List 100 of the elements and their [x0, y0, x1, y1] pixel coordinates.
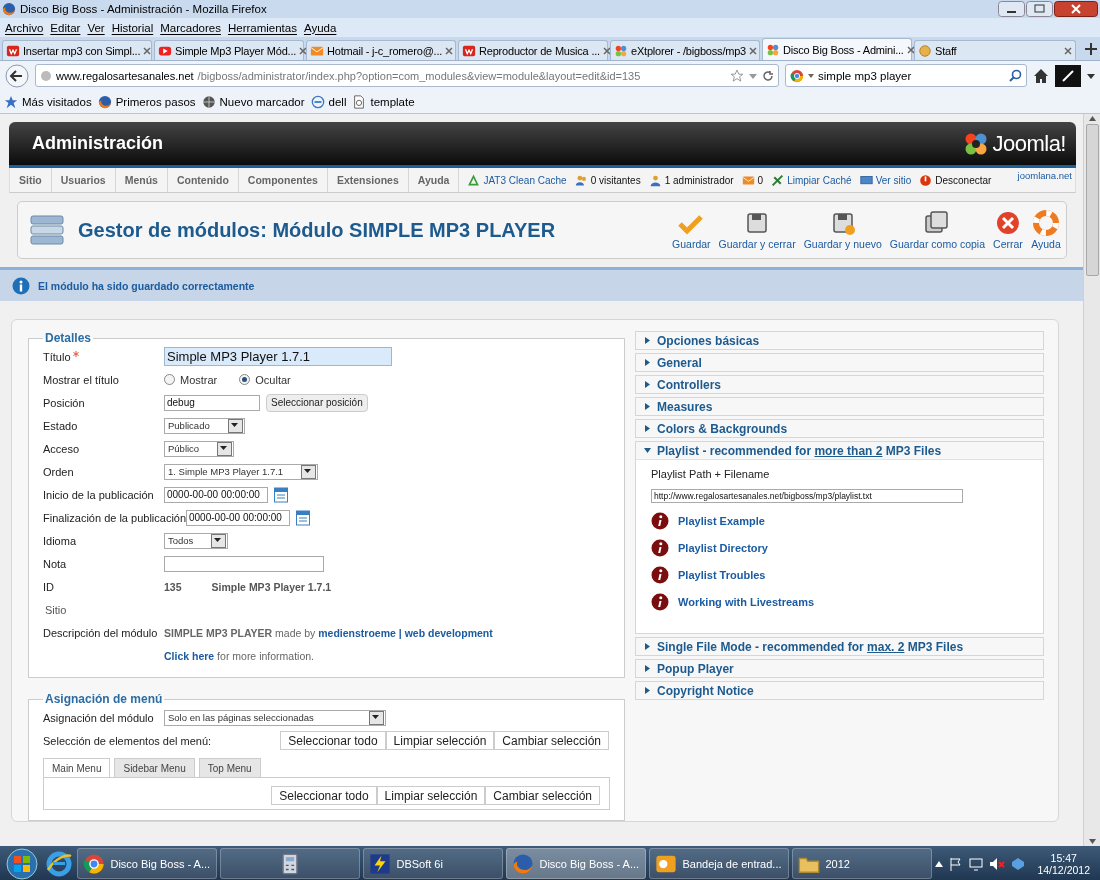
date-field[interactable]: 0000-00-00 00:00:00 [186, 509, 290, 526]
home-icon[interactable] [1033, 67, 1049, 84]
taskbar-button[interactable]: DBSoft 6i [363, 848, 504, 879]
taskbar-button[interactable]: Disco Big Boss - A... [506, 848, 647, 879]
close-icon[interactable] [602, 46, 611, 55]
up-arrow-icon[interactable] [1088, 116, 1096, 121]
dropdown-button[interactable] [211, 533, 227, 548]
bookmark-link[interactable]: Más visitados [22, 95, 92, 108]
date-field[interactable]: 0000-00-00 00:00:00 [164, 486, 268, 503]
browser-tab[interactable]: Disco Big Boss - Admini... [762, 38, 912, 60]
accordion-header[interactable]: Colors & Backgrounds [636, 420, 1043, 437]
status-link[interactable]: Limpiar Caché [787, 174, 852, 186]
site-link[interactable]: joomlana.net [1017, 170, 1072, 181]
nav-menu-item[interactable]: Ayuda [408, 168, 460, 192]
close-icon[interactable] [299, 46, 308, 55]
help-link[interactable]: Playlist Example [678, 515, 765, 527]
accordion-header[interactable]: Playlist - recommended for more than 2 MP3 Files [636, 442, 1043, 460]
star-icon[interactable] [730, 68, 744, 83]
bookmark-link[interactable]: template [370, 95, 415, 108]
selection-button[interactable]: Seleccionar todo [271, 786, 377, 805]
dropdown-button[interactable] [369, 710, 384, 725]
close-icon[interactable] [749, 46, 758, 55]
close-icon[interactable] [445, 46, 454, 55]
mute-icon[interactable] [989, 856, 1006, 871]
down-arrow-icon[interactable] [1088, 839, 1096, 844]
taskbar-button[interactable] [220, 848, 361, 879]
dropdown-button[interactable] [227, 418, 243, 433]
caret-icon[interactable] [935, 860, 944, 867]
reload-icon[interactable] [762, 69, 774, 82]
nav-menu-item[interactable]: Menús [115, 168, 168, 192]
nav-menu-item[interactable]: Contenido [167, 168, 239, 192]
status-link[interactable]: JAT3 Clean Cache [483, 174, 567, 186]
menu-item[interactable]: Marcadores [158, 21, 226, 34]
browser-tab[interactable]: Reproductor de Musica ... [458, 40, 608, 60]
address-field[interactable]: www.regalosartesanales.net /bigboss/administrator/index.php?option=com_modules&view=module&layout=edit&id=135 [35, 64, 779, 87]
menu-item[interactable]: Ayuda [301, 21, 342, 34]
close-icon[interactable] [906, 45, 915, 54]
close-icon[interactable] [1064, 46, 1072, 55]
author-link[interactable]: medienstroeme | web development [318, 626, 493, 639]
radio-button[interactable] [164, 374, 175, 385]
taskbar-button[interactable]: Disco Big Boss - A... [77, 848, 218, 879]
pen-icon[interactable] [1055, 64, 1081, 87]
calendar-icon[interactable] [274, 486, 288, 503]
search-field[interactable]: simple mp3 player [785, 64, 1027, 87]
menu-item[interactable]: Archivo [3, 21, 49, 34]
taskbar-button[interactable]: 2012 [792, 848, 933, 879]
click-here-link[interactable]: Click here [164, 649, 215, 662]
toolbar-button[interactable]: Guardar y nuevo [802, 206, 883, 254]
browser-tab[interactable]: eXtplorer - /bigboss/mp3 [610, 40, 760, 60]
nav-menu-item[interactable]: Componentes [238, 168, 328, 192]
accordion-header[interactable]: Opciones básicas [636, 332, 1043, 349]
caret-icon[interactable] [1087, 71, 1095, 80]
close-icon[interactable] [143, 46, 152, 55]
minimize-icon[interactable] [998, 1, 1025, 17]
radio-button[interactable] [239, 374, 251, 385]
accordion-header[interactable]: Controllers [636, 376, 1043, 393]
menu-item[interactable]: Ver [85, 21, 110, 34]
status-link[interactable]: Ver sitio [875, 174, 912, 186]
scrollbar-thumb[interactable] [1085, 124, 1099, 276]
selection-button[interactable]: Cambiar selección [494, 731, 610, 750]
bookmark-link[interactable]: dell [328, 95, 347, 108]
calendar-icon[interactable] [296, 509, 310, 526]
selection-button[interactable]: Cambiar selección [485, 786, 601, 805]
flag-icon[interactable] [949, 856, 964, 871]
selection-button[interactable]: Seleccionar todo [280, 731, 386, 750]
browser-tab[interactable]: Staff [914, 40, 1076, 60]
text-field[interactable]: http://www.regalosartesanales.net/bigboss/mp3/playlist.txt [651, 489, 964, 503]
select-position-button[interactable]: Seleccionar posición [266, 393, 368, 412]
select-field[interactable]: Solo en las páginas seleccionadas [164, 709, 386, 726]
menu-item[interactable]: Editar [48, 21, 86, 34]
nav-menu-item[interactable]: Usuarios [51, 168, 116, 192]
browser-icon[interactable] [44, 849, 73, 878]
nav-menu-item[interactable]: Sitio [10, 168, 52, 192]
box-icon[interactable] [1011, 856, 1026, 871]
network-icon[interactable] [969, 856, 984, 871]
select-field[interactable]: Publicado [164, 417, 245, 434]
toolbar-button[interactable]: Cerrar [992, 206, 1024, 254]
help-link[interactable]: Playlist Directory [678, 542, 768, 554]
accordion-header[interactable]: Popup Player [636, 660, 1043, 677]
browser-tab[interactable]: Hotmail - j-c_romero@... [306, 40, 456, 60]
select-field[interactable]: Público [164, 440, 235, 457]
bookmark-link[interactable]: Primeros pasos [115, 95, 196, 108]
taskbar-button[interactable]: Bandeja de entrad... [649, 848, 790, 879]
nav-menu-item[interactable]: Extensiones [327, 168, 409, 192]
menu-tab[interactable]: Sidebar Menu [114, 758, 195, 777]
accordion-header[interactable]: Measures [636, 398, 1043, 415]
help-link[interactable]: Playlist Troubles [678, 569, 766, 581]
toolbar-button[interactable]: Guardar [671, 206, 712, 254]
scrollbar[interactable] [1083, 114, 1100, 846]
menu-tab[interactable]: Main Menu [43, 758, 111, 777]
toolbar-button[interactable]: Ayuda [1030, 206, 1062, 254]
dropdown-button[interactable] [217, 441, 233, 456]
text-field[interactable] [164, 555, 324, 572]
help-link[interactable]: Working with Livestreams [678, 596, 815, 608]
dropdown-button[interactable] [301, 464, 317, 479]
plus-icon[interactable] [1084, 41, 1098, 56]
close-icon[interactable] [1054, 1, 1098, 17]
menu-item[interactable]: Historial [109, 21, 159, 34]
browser-tab[interactable]: Insertar mp3 con Simpl... [2, 40, 152, 60]
text-field[interactable]: Simple MP3 Player 1.7.1 [164, 347, 392, 366]
